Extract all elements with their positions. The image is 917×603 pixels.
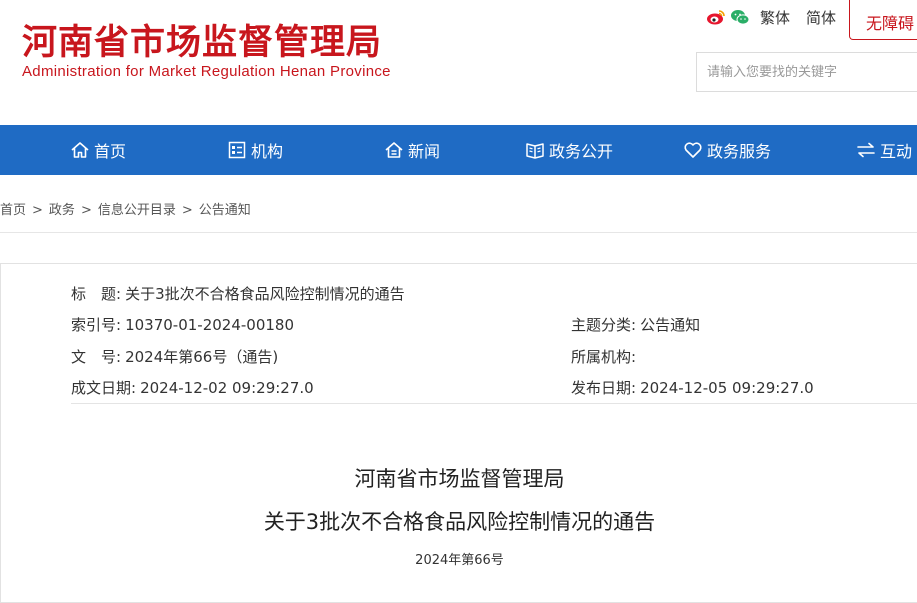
meta-category-row: 主题分类: 公告通知 (571, 314, 700, 335)
document-title-line2: 关于3批次不合格食品风险控制情况的通告 (263, 510, 656, 534)
meta-index-label: 索引号: (71, 316, 122, 334)
meta-category-label: 主题分类: (571, 316, 637, 334)
breadcrumb-separator: > (32, 203, 43, 218)
nav-label: 机构 (251, 142, 284, 161)
meta-title-value: 关于3批次不合格食品风险控制情况的通告 (125, 285, 405, 303)
breadcrumb-home[interactable]: 首页 (0, 203, 26, 218)
site-logo-subtitle: Administration for Market Regulation Hen… (22, 63, 391, 80)
nav-item-organization[interactable]: 机构 (227, 125, 283, 175)
breadcrumb-separator: > (80, 203, 92, 218)
breadcrumb: 首页 > 政务 > 信息公开目录 > 公告通知 (0, 199, 251, 218)
site-header: 河南省市场监督管理局 Administration for Market Reg… (0, 0, 917, 125)
meta-title-row: 标 题: 关于3批次不合格食品风险控制情况的通告 (71, 283, 405, 304)
meta-index-row: 索引号: 10370-01-2024-00180 (71, 314, 294, 335)
nav-item-home[interactable]: 首页 (70, 125, 126, 175)
meta-created-label: 成文日期: (71, 379, 137, 397)
meta-published-row: 发布日期: 2024-12-05 09:29:27.0 (571, 377, 814, 398)
breadcrumb-catalog[interactable]: 信息公开目录 (98, 203, 176, 218)
document-number: 2024年第66号 (415, 553, 504, 568)
accessibility-button[interactable]: 无障碍 (849, 0, 917, 40)
meta-docno-row: 文 号: 2024年第66号（通告) (71, 346, 278, 367)
document-title-line1: 河南省市场监督管理局 (354, 467, 565, 491)
search-input[interactable] (697, 53, 917, 91)
nav-item-gov-open[interactable]: 政务公开 (525, 125, 613, 175)
meta-docno-label: 文 号: (71, 348, 122, 366)
weibo-icon[interactable] (706, 8, 726, 26)
breadcrumb-notices[interactable]: 公告通知 (199, 203, 251, 218)
lang-traditional-link[interactable]: 繁体 (760, 7, 790, 28)
exchange-arrows-icon (857, 142, 875, 158)
nav-label: 首页 (94, 142, 127, 161)
nav-item-gov-service[interactable]: 政务服务 (683, 125, 771, 175)
meta-category-value: 公告通知 (640, 316, 701, 334)
open-book-icon (526, 143, 544, 159)
nav-item-interaction[interactable]: 互动 (856, 125, 912, 175)
meta-created-row: 成文日期: 2024-12-02 09:29:27.0 (71, 377, 314, 398)
heart-icon (684, 142, 702, 158)
main-nav: 首页 机构 新闻 政务公开 政务服务 互动 (0, 125, 917, 175)
wechat-icon[interactable] (730, 8, 750, 26)
meta-org-label: 所属机构: (571, 348, 637, 366)
news-icon (385, 142, 403, 158)
search-box (696, 52, 917, 92)
site-logo-title[interactable]: 河南省市场监督管理局 (22, 14, 382, 65)
building-list-icon (228, 141, 246, 159)
meta-published-value: 2024-12-05 09:29:27.0 (640, 379, 814, 397)
meta-docno-value: 2024年第66号（通告) (125, 348, 279, 366)
nav-label: 新闻 (408, 142, 441, 161)
nav-label: 互动 (880, 142, 913, 161)
meta-index-value: 10370-01-2024-00180 (125, 316, 294, 334)
meta-created-value: 2024-12-02 09:29:27.0 (140, 379, 314, 397)
meta-published-label: 发布日期: (571, 379, 637, 397)
nav-item-news[interactable]: 新闻 (384, 125, 440, 175)
article-panel: 标 题: 关于3批次不合格食品风险控制情况的通告 索引号: 10370-01-202… (0, 263, 917, 603)
lang-simplified-link[interactable]: 简体 (806, 7, 836, 28)
breadcrumb-divider (0, 232, 917, 233)
meta-title-label: 标 题: (71, 285, 122, 303)
breadcrumb-separator: > (181, 203, 193, 218)
meta-divider (71, 403, 917, 404)
nav-label: 政务公开 (549, 142, 614, 161)
top-links: 繁体 简体 (706, 6, 846, 28)
meta-org-row: 所属机构: (571, 346, 640, 367)
nav-label: 政务服务 (707, 142, 772, 161)
home-icon (71, 142, 89, 158)
breadcrumb-gov[interactable]: 政务 (49, 203, 75, 218)
